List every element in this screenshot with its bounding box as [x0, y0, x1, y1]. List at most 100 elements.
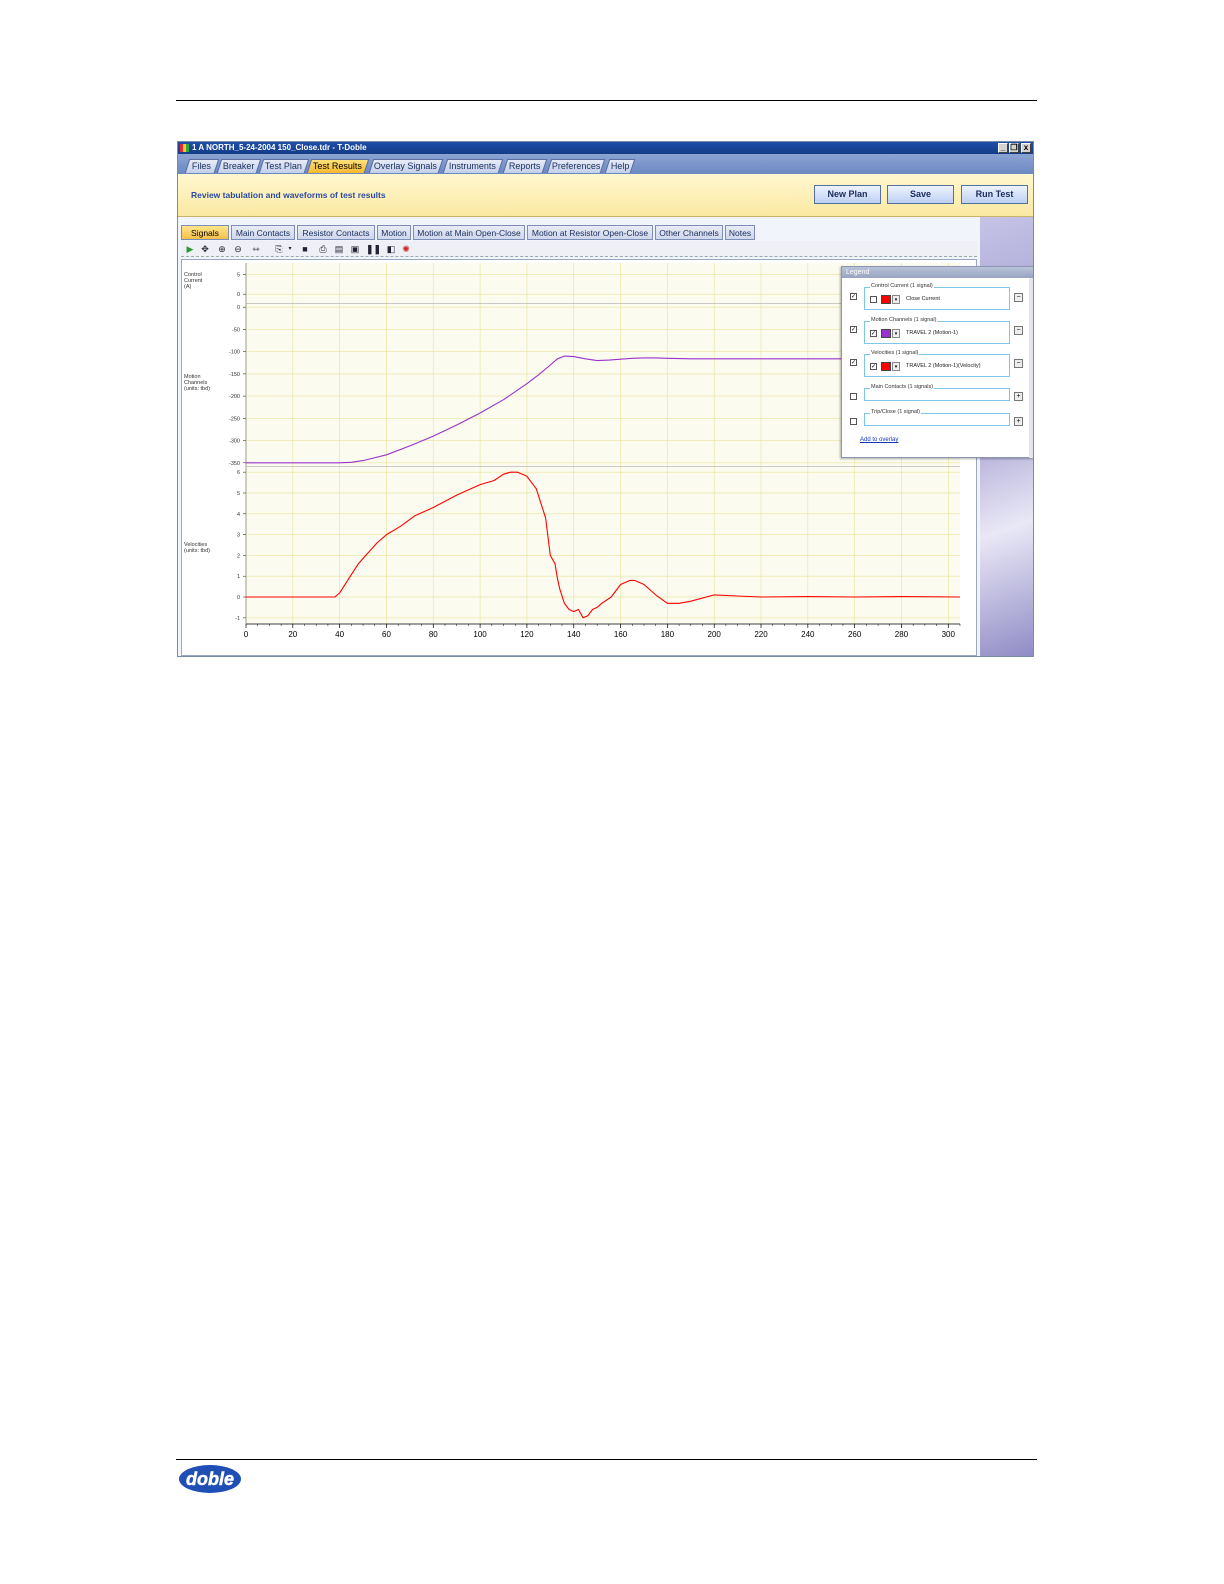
group-checkbox-velocities[interactable]: ✓ — [850, 359, 857, 366]
close-button[interactable]: x — [1021, 143, 1031, 153]
color-dropdown-icon[interactable]: ▾ — [892, 329, 900, 338]
minimize-button[interactable]: _ — [998, 143, 1008, 153]
collapse-button[interactable]: − — [1014, 293, 1023, 302]
x-tick-label: 0 — [244, 630, 249, 639]
pause-icon[interactable]: ❚❚ — [366, 244, 381, 254]
tab-label: Files — [192, 161, 212, 171]
y-tick-label: -50 — [232, 327, 240, 333]
legend-group-motion-channels: Motion Channels (1 signal) ✓ ▾ TRAVEL 2 … — [864, 317, 1010, 344]
tab-overlay-signals[interactable]: Overlay Signals — [368, 159, 444, 173]
y-tick-label: 5 — [237, 491, 240, 497]
dropdown-icon[interactable]: ▾ — [285, 244, 295, 254]
subtab-signals[interactable]: Signals — [181, 225, 229, 240]
y-tick-label: 0 — [237, 595, 240, 601]
tab-instruments[interactable]: Instruments — [442, 159, 504, 173]
group-checkbox-trip-close[interactable] — [850, 418, 857, 425]
chart-toolbar: ▶ ✥ ⊕ ⊖ ⇿ ⎘ ▾ ■ ⎙ ▤ ▣ ❚❚ ◧ ✺ — [181, 241, 977, 257]
subtab-resistor-contacts[interactable]: Resistor Contacts — [297, 225, 375, 240]
tab-preferences[interactable]: Preferences — [546, 159, 606, 173]
group-checkbox-control-current[interactable]: ✓ — [850, 293, 857, 300]
color-dropdown-icon[interactable]: ▾ — [892, 362, 900, 371]
legend-group-main-contacts: Main Contacts (1 signals) — [864, 384, 1010, 401]
signal-color-swatch[interactable] — [881, 295, 891, 304]
y-tick-label: -250 — [229, 416, 240, 422]
y-tick-label: -200 — [229, 394, 240, 400]
tab-help[interactable]: Help — [604, 159, 636, 173]
tab-label: Test Results — [313, 161, 363, 171]
subtab-main-contacts[interactable]: Main Contacts — [231, 225, 295, 240]
tab-breaker[interactable]: Breaker — [216, 159, 262, 173]
legend-group-trip-close: Trip/Close (1 signal) — [864, 409, 1010, 426]
print-preview-icon[interactable]: ▤ — [334, 244, 344, 254]
signal-checkbox[interactable] — [870, 296, 877, 303]
subtab-motion-resistor-open-close[interactable]: Motion at Resistor Open-Close — [527, 225, 653, 240]
fit-icon[interactable]: ⇿ — [251, 244, 261, 254]
settings-icon[interactable]: ✺ — [401, 244, 411, 254]
group-checkbox-main-contacts[interactable] — [850, 393, 857, 400]
collapse-button[interactable]: − — [1014, 359, 1023, 368]
legend-signal-row: ✓ ▾ TRAVEL 2 (Motion-1) — [868, 328, 1008, 339]
x-tick-label: 120 — [520, 630, 534, 639]
subtab-motion[interactable]: Motion — [377, 225, 411, 240]
y-tick-label: 6 — [237, 470, 240, 476]
y-tick-label: -350 — [229, 461, 240, 467]
legend-panel: Legend ✓ Control Current (1 signal) ▾ Cl… — [841, 266, 1033, 458]
tab-label: Preferences — [551, 161, 601, 171]
title-bar: 1 A NORTH_5-24-2004 150_Close.tdr - T-Do… — [178, 142, 1033, 154]
expand-button[interactable]: + — [1014, 392, 1023, 401]
properties-icon[interactable]: ◧ — [386, 244, 396, 254]
x-tick-label: 40 — [335, 630, 344, 639]
zoom-out-icon[interactable]: ⊖ — [233, 244, 243, 254]
legend-group-title: Velocities (1 signal) — [870, 350, 920, 356]
expand-button[interactable]: + — [1014, 417, 1023, 426]
x-tick-label: 300 — [942, 630, 956, 639]
legend-group-title: Trip/Close (1 signal) — [870, 409, 922, 415]
signal-checkbox[interactable]: ✓ — [870, 363, 877, 370]
tab-reports[interactable]: Reports — [502, 159, 548, 173]
save-icon[interactable]: ■ — [300, 244, 310, 254]
run-test-button[interactable]: Run Test — [961, 185, 1028, 204]
new-plan-button[interactable]: New Plan — [814, 185, 881, 204]
footer-rule — [176, 1459, 1037, 1460]
legend-group-title: Main Contacts (1 signals) — [870, 384, 935, 390]
group-checkbox-motion-channels[interactable]: ✓ — [850, 326, 857, 333]
legend-group-title: Control Current (1 signal) — [870, 283, 934, 289]
color-dropdown-icon[interactable]: ▾ — [892, 295, 900, 304]
subtab-notes[interactable]: Notes — [725, 225, 755, 240]
main-tab-bar: Files Breaker Test Plan Test Results Ove… — [178, 154, 1033, 174]
subtab-motion-main-open-close[interactable]: Motion at Main Open-Close — [413, 225, 525, 240]
tab-files[interactable]: Files — [184, 159, 220, 173]
x-tick-label: 160 — [614, 630, 628, 639]
y-tick-label: -100 — [229, 350, 240, 356]
subtab-other-channels[interactable]: Other Channels — [655, 225, 723, 240]
select-icon[interactable]: ✥ — [200, 244, 210, 254]
tab-test-results[interactable]: Test Results — [306, 159, 370, 173]
signal-checkbox[interactable]: ✓ — [870, 330, 877, 337]
restore-button[interactable]: ❐ — [1009, 143, 1019, 153]
save-button[interactable]: Save — [887, 185, 954, 204]
window-title: 1 A NORTH_5-24-2004 150_Close.tdr - T-Do… — [192, 143, 367, 152]
tab-test-plan[interactable]: Test Plan — [258, 159, 310, 173]
y-tick-label: 0 — [237, 305, 240, 311]
x-tick-label: 60 — [382, 630, 391, 639]
play-icon[interactable]: ▶ — [185, 244, 195, 254]
application-window: 1 A NORTH_5-24-2004 150_Close.tdr - T-Do… — [177, 141, 1034, 657]
tab-label: Reports — [509, 161, 541, 171]
y-tick-label: -1 — [235, 616, 240, 622]
y-tick-label: 1 — [237, 574, 240, 580]
export-icon[interactable]: ▣ — [350, 244, 360, 254]
collapse-button[interactable]: − — [1014, 326, 1023, 335]
signal-color-swatch[interactable] — [881, 362, 891, 371]
tab-label: Instruments — [449, 161, 497, 171]
signal-name: TRAVEL 2 (Motion-1) — [906, 330, 958, 336]
y-tick-label: 4 — [237, 512, 240, 518]
legend-scrollbar[interactable] — [1029, 278, 1033, 458]
x-tick-label: 80 — [429, 630, 438, 639]
x-tick-label: 200 — [708, 630, 722, 639]
signal-color-swatch[interactable] — [881, 329, 891, 338]
add-to-overlay-link[interactable]: Add to overlay — [860, 437, 898, 443]
instruction-banner: Review tabulation and waveforms of test … — [178, 174, 1033, 217]
copy-icon[interactable]: ⎘ — [274, 244, 284, 254]
print-icon[interactable]: ⎙ — [318, 244, 328, 254]
zoom-in-icon[interactable]: ⊕ — [217, 244, 227, 254]
